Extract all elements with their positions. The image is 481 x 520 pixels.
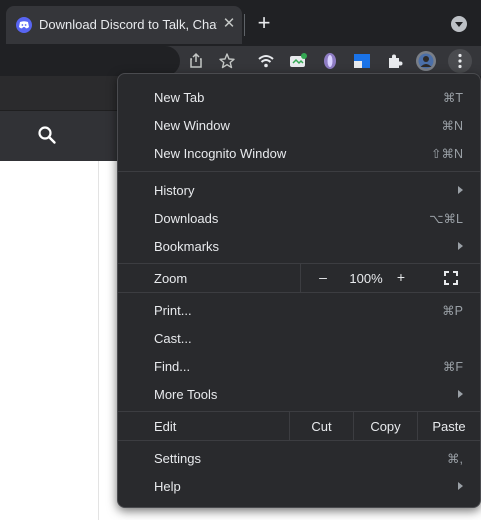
menu-item-new-incognito-window[interactable]: New Incognito Window ⇧⌘N <box>118 139 480 167</box>
copy-label: Copy <box>370 419 401 434</box>
browser-tab[interactable]: Download Discord to Talk, Chat, and Hang… <box>6 6 242 44</box>
fullscreen-icon[interactable] <box>443 270 459 286</box>
paste-label: Paste <box>432 419 466 434</box>
menu-item-label: Cast... <box>154 331 192 346</box>
cut-button[interactable]: Cut <box>289 412 353 440</box>
menu-item-help[interactable]: Help <box>118 472 480 500</box>
submenu-arrow-icon <box>458 482 463 490</box>
blue-window-extension-icon[interactable] <box>352 51 372 71</box>
menu-item-label: Print... <box>154 303 192 318</box>
menu-item-settings[interactable]: Settings ⌘, <box>118 444 480 472</box>
menu-item-shortcut: ⌘T <box>442 91 463 105</box>
share-icon[interactable] <box>186 51 206 71</box>
menu-edit-row: Edit Cut Copy Paste <box>118 412 480 440</box>
menu-item-more-tools[interactable]: More Tools <box>118 380 480 408</box>
menu-item-label: More Tools <box>154 387 218 402</box>
menu-item-label: New Incognito Window <box>154 146 287 161</box>
tab-title: Download Discord to Talk, Chat, and Hang… <box>39 17 217 32</box>
new-tab-button[interactable]: + <box>252 12 276 36</box>
menu-item-downloads[interactable]: Downloads ⌥⌘L <box>118 204 480 232</box>
cut-label: Cut <box>311 419 332 434</box>
menu-item-bookmarks[interactable]: Bookmarks <box>118 232 480 260</box>
menu-item-label: Downloads <box>154 211 219 226</box>
menu-item-shortcut: ⇧⌘N <box>430 147 463 161</box>
more-menu-icon[interactable] <box>448 49 472 73</box>
menu-item-shortcut: ⌘P <box>442 304 463 318</box>
submenu-arrow-icon <box>458 186 463 194</box>
menu-zoom-row: Zoom – 100% + <box>118 264 480 292</box>
zoom-out-button[interactable]: – <box>313 269 333 287</box>
menu-item-label: Find... <box>154 359 191 374</box>
menu-item-shortcut: ⌘F <box>442 360 463 374</box>
wifi-extension-icon[interactable] <box>256 51 276 71</box>
close-tab-icon[interactable]: ✕ <box>220 15 238 33</box>
tab-strip: Download Discord to Talk, Chat, and Hang… <box>0 0 481 46</box>
submenu-arrow-icon <box>458 242 463 250</box>
chrome-main-menu: New Tab ⌘T New Window ⌘N New Incognito W… <box>117 73 481 508</box>
menu-item-label: Bookmarks <box>154 239 220 254</box>
zoom-in-button[interactable]: + <box>391 269 411 287</box>
menu-item-label: Help <box>154 479 181 494</box>
menu-item-cast[interactable]: Cast... <box>118 324 480 352</box>
menu-separator <box>118 171 480 172</box>
zoom-label: Zoom <box>154 271 188 286</box>
extensions-puzzle-icon[interactable] <box>385 51 405 71</box>
tab-separator <box>244 14 245 36</box>
edit-label: Edit <box>154 419 177 434</box>
address-bar[interactable] <box>0 46 180 76</box>
purple-gem-extension-icon[interactable] <box>320 51 340 71</box>
menu-item-label: New Window <box>154 118 230 133</box>
menu-item-print[interactable]: Print... ⌘P <box>118 296 480 324</box>
submenu-arrow-icon <box>458 390 463 398</box>
browser-toolbar <box>0 46 481 76</box>
tab-search-icon[interactable] <box>451 16 467 32</box>
bookmark-star-icon[interactable] <box>217 51 237 71</box>
paste-button[interactable]: Paste <box>417 412 480 440</box>
zoom-level: 100% <box>349 271 383 286</box>
zoom-controls: – 100% + <box>300 264 480 292</box>
menu-item-label: Settings <box>154 451 201 466</box>
menu-item-label: History <box>154 183 195 198</box>
menu-item-shortcut: ⌥⌘L <box>429 212 463 226</box>
profile-avatar[interactable] <box>416 51 436 71</box>
menu-item-shortcut: ⌘, <box>447 452 463 466</box>
menu-separator <box>118 440 480 441</box>
menu-item-new-tab[interactable]: New Tab ⌘T <box>118 83 480 111</box>
menu-item-new-window[interactable]: New Window ⌘N <box>118 111 480 139</box>
screenshot-extension-icon[interactable] <box>288 51 308 71</box>
search-icon[interactable] <box>37 125 57 145</box>
menu-item-shortcut: ⌘N <box>441 119 463 133</box>
page-divider <box>98 161 99 520</box>
menu-item-label: New Tab <box>154 90 205 105</box>
copy-button[interactable]: Copy <box>353 412 417 440</box>
menu-item-find[interactable]: Find... ⌘F <box>118 352 480 380</box>
menu-item-history[interactable]: History <box>118 176 480 204</box>
discord-icon <box>16 17 32 33</box>
menu-separator <box>118 292 480 293</box>
